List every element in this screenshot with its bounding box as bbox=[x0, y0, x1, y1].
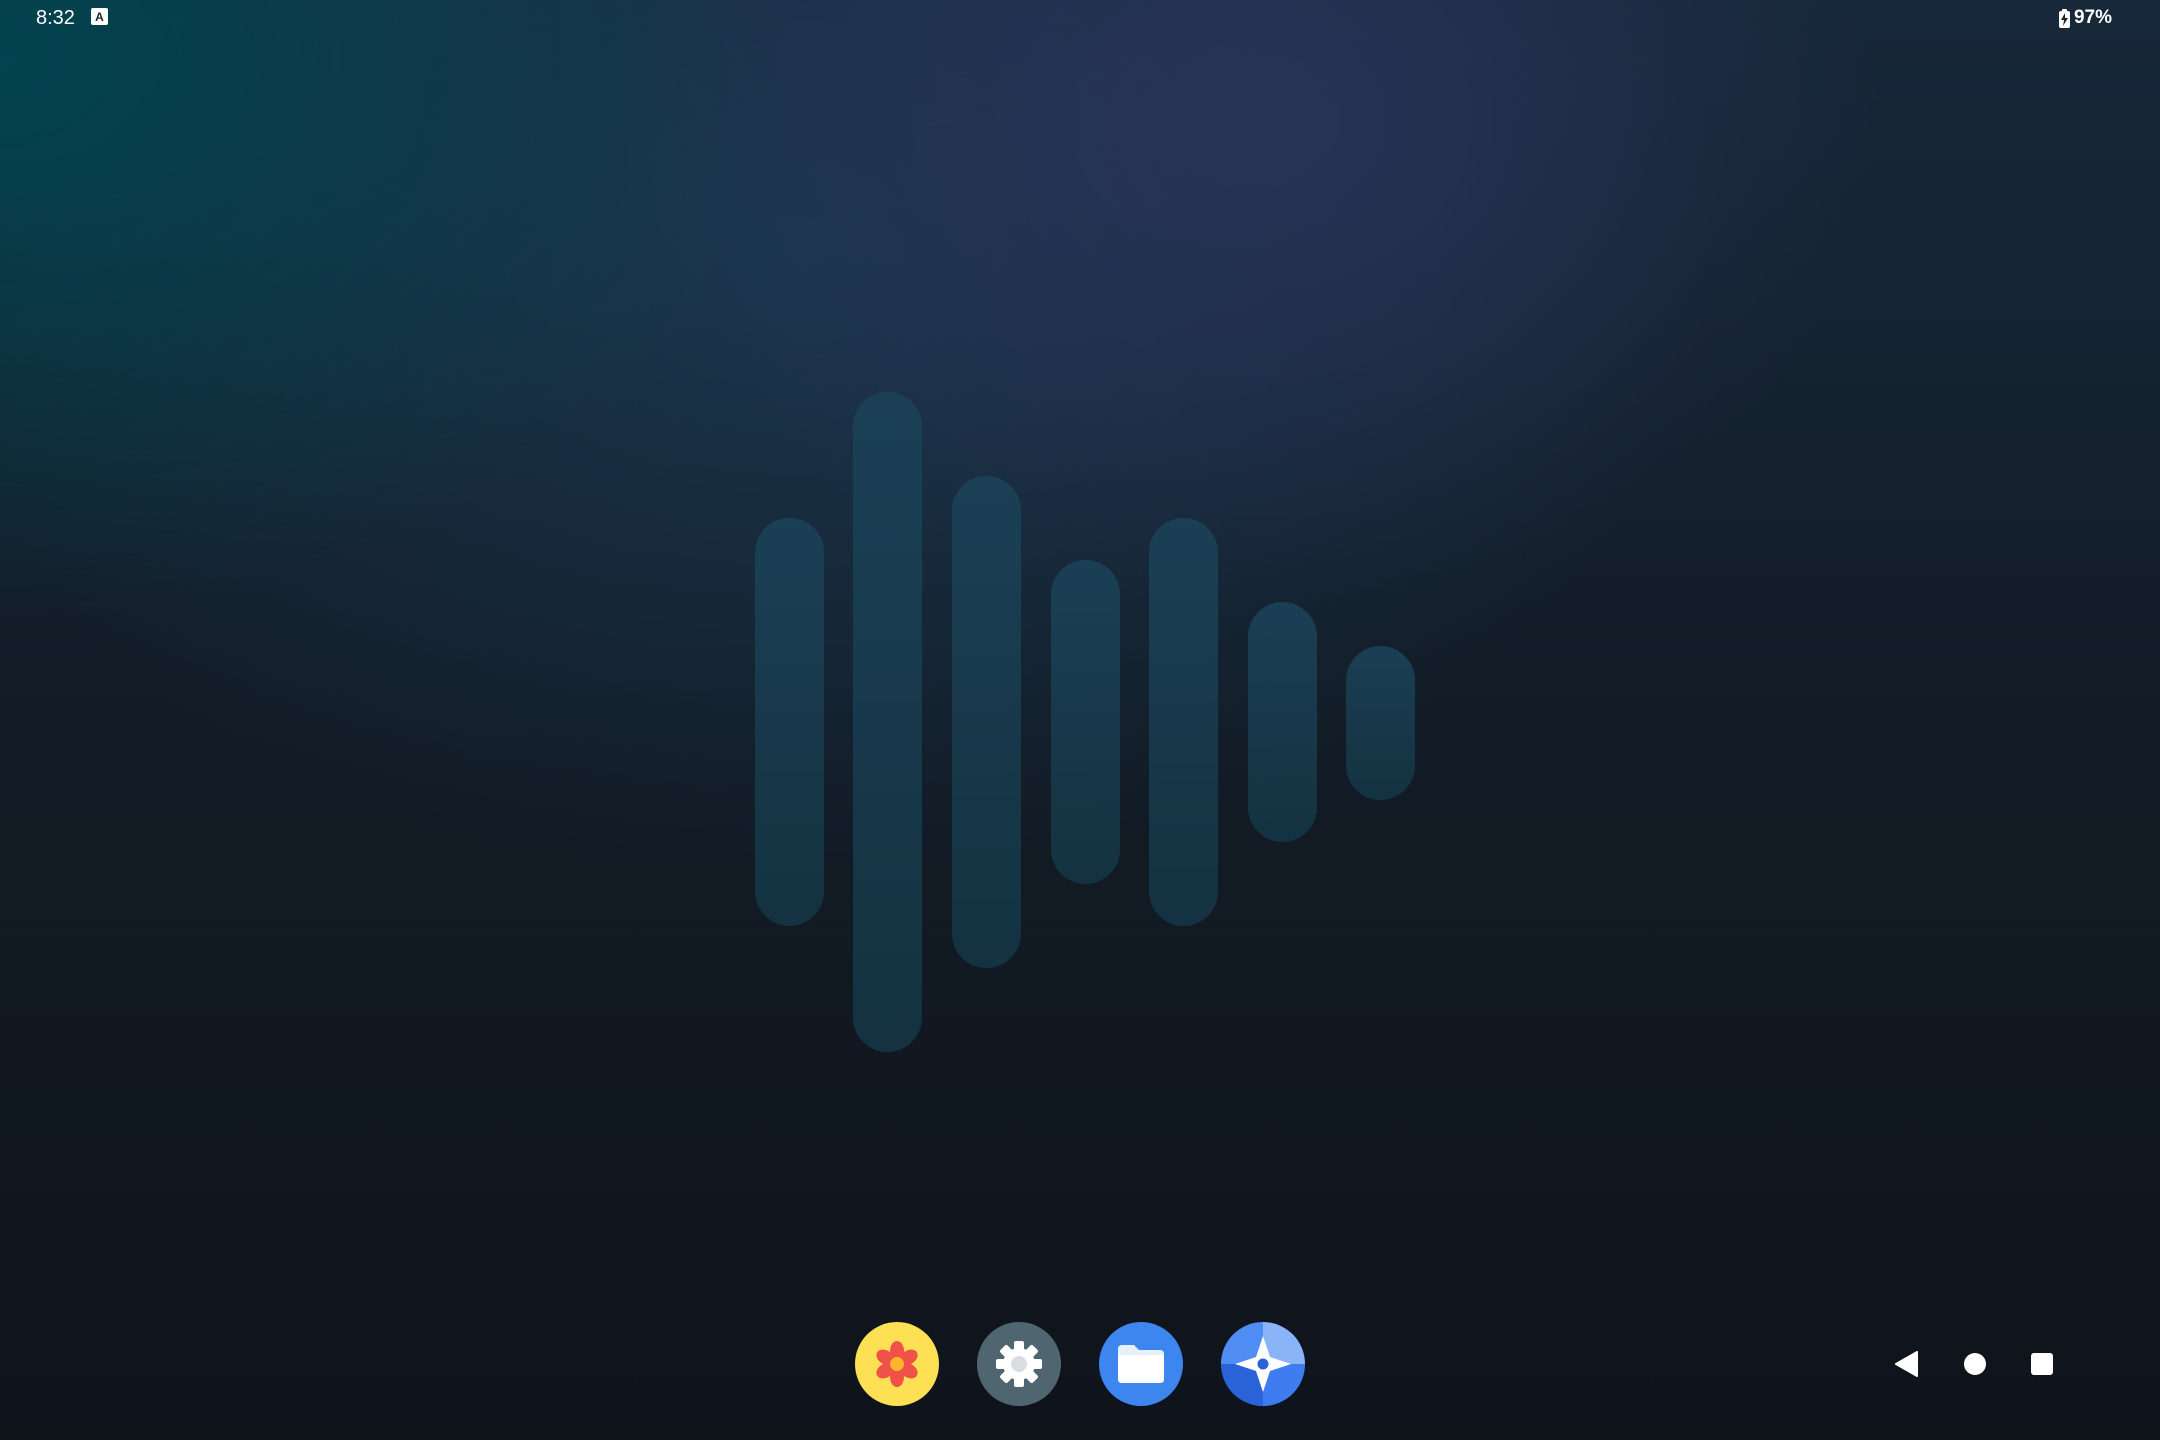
battery-icon bbox=[2058, 8, 2070, 28]
recents-icon bbox=[2031, 1353, 2053, 1375]
waveform-bar bbox=[1149, 518, 1218, 926]
waveform-bar bbox=[1248, 602, 1317, 842]
home-button[interactable] bbox=[1962, 1351, 1988, 1377]
status-bar: 8:32 A 97% bbox=[0, 0, 2160, 36]
notification-icon: A bbox=[91, 8, 108, 25]
back-icon bbox=[1895, 1351, 1918, 1377]
gear-icon bbox=[996, 1341, 1042, 1387]
waveform-bar bbox=[853, 392, 922, 1052]
status-time: 8:32 bbox=[36, 7, 75, 29]
folder-icon bbox=[1118, 1345, 1164, 1383]
waveform-bar bbox=[1346, 646, 1415, 800]
settings-app-icon[interactable] bbox=[977, 1322, 1061, 1406]
back-button[interactable] bbox=[1892, 1349, 1922, 1379]
gallery-app-icon[interactable] bbox=[855, 1322, 939, 1406]
waveform-bar bbox=[1051, 560, 1120, 884]
waveform-bar bbox=[755, 518, 824, 926]
compass-icon bbox=[1221, 1322, 1305, 1406]
battery-percent: 97% bbox=[2073, 7, 2112, 28]
home-icon bbox=[1964, 1353, 1986, 1375]
recents-button[interactable] bbox=[2029, 1351, 2055, 1377]
files-app-icon[interactable] bbox=[1099, 1322, 1183, 1406]
flower-icon bbox=[876, 1341, 918, 1387]
battery-status: 97% bbox=[2058, 5, 2112, 31]
compass-app-icon[interactable] bbox=[1221, 1322, 1305, 1406]
notification-icon-letter: A bbox=[95, 9, 104, 24]
app-dock bbox=[855, 1322, 1305, 1406]
waveform-bar bbox=[952, 476, 1021, 968]
waveform-logo bbox=[755, 392, 1415, 1052]
